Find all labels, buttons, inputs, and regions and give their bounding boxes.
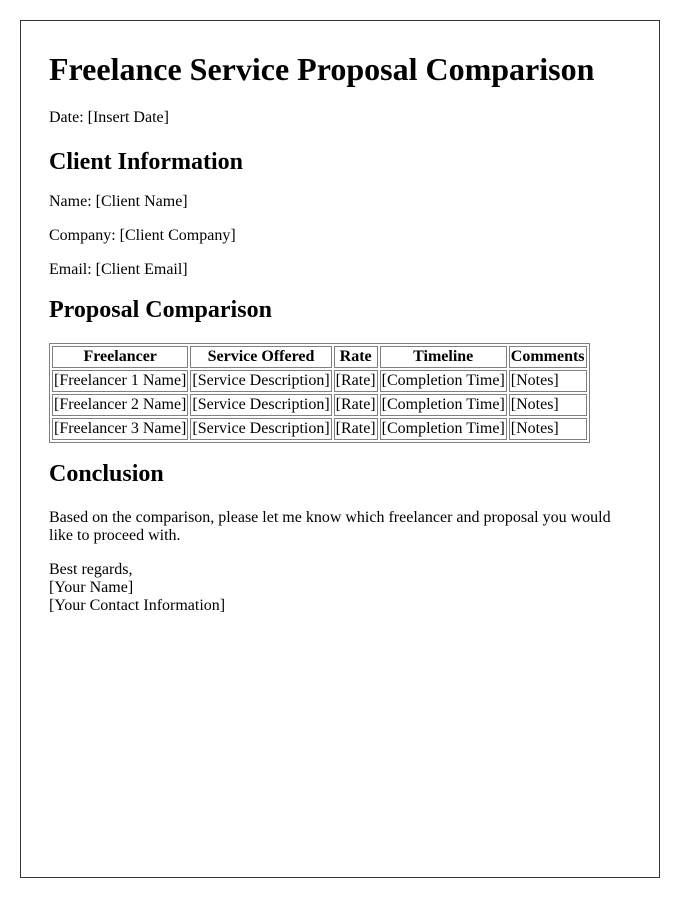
signoff-greeting: Best regards, [49, 561, 133, 578]
cell-service: [Service Description] [190, 370, 332, 392]
cell-freelancer: [Freelancer 3 Name] [52, 418, 189, 440]
client-company-line: Company: [Client Company] [49, 227, 236, 244]
proposal-comparison-heading: Proposal Comparison [49, 297, 272, 323]
proposal-comparison-table: Freelancer Service Offered Rate Timeline… [49, 343, 590, 443]
cell-service: [Service Description] [190, 418, 332, 440]
cell-comments: [Notes] [508, 418, 587, 440]
column-header-service-offered: Service Offered [190, 346, 332, 368]
signoff-name: [Your Name] [49, 579, 134, 596]
cell-rate: [Rate] [333, 370, 378, 392]
table-row: [Freelancer 1 Name] [Service Description… [52, 370, 587, 392]
column-header-comments: Comments [508, 346, 587, 368]
cell-service: [Service Description] [190, 394, 332, 416]
cell-comments: [Notes] [508, 370, 587, 392]
cell-rate: [Rate] [333, 418, 378, 440]
table-row: [Freelancer 3 Name] [Service Description… [52, 418, 587, 440]
column-header-rate: Rate [333, 346, 378, 368]
cell-timeline: [Completion Time] [379, 370, 507, 392]
cell-freelancer: [Freelancer 2 Name] [52, 394, 189, 416]
conclusion-heading: Conclusion [49, 461, 164, 487]
cell-freelancer: [Freelancer 1 Name] [52, 370, 189, 392]
conclusion-text: Based on the comparison, please let me k… [49, 509, 611, 544]
cell-timeline: [Completion Time] [379, 418, 507, 440]
client-info-heading: Client Information [49, 149, 243, 175]
signoff: Best regards, [Your Name] [Your Contact … [49, 561, 631, 615]
table-row: [Freelancer 2 Name] [Service Description… [52, 394, 587, 416]
table-header-row: Freelancer Service Offered Rate Timeline… [52, 346, 587, 368]
cell-comments: [Notes] [508, 394, 587, 416]
date-line: Date: [Insert Date] [49, 109, 169, 126]
document-page: Freelance Service Proposal Comparison Da… [20, 20, 660, 878]
signoff-contact: [Your Contact Information] [49, 597, 226, 614]
page-title: Freelance Service Proposal Comparison [49, 51, 595, 87]
client-email-line: Email: [Client Email] [49, 261, 188, 278]
client-name-line: Name: [Client Name] [49, 193, 188, 210]
cell-rate: [Rate] [333, 394, 378, 416]
column-header-timeline: Timeline [379, 346, 507, 368]
column-header-freelancer: Freelancer [52, 346, 189, 368]
cell-timeline: [Completion Time] [379, 394, 507, 416]
